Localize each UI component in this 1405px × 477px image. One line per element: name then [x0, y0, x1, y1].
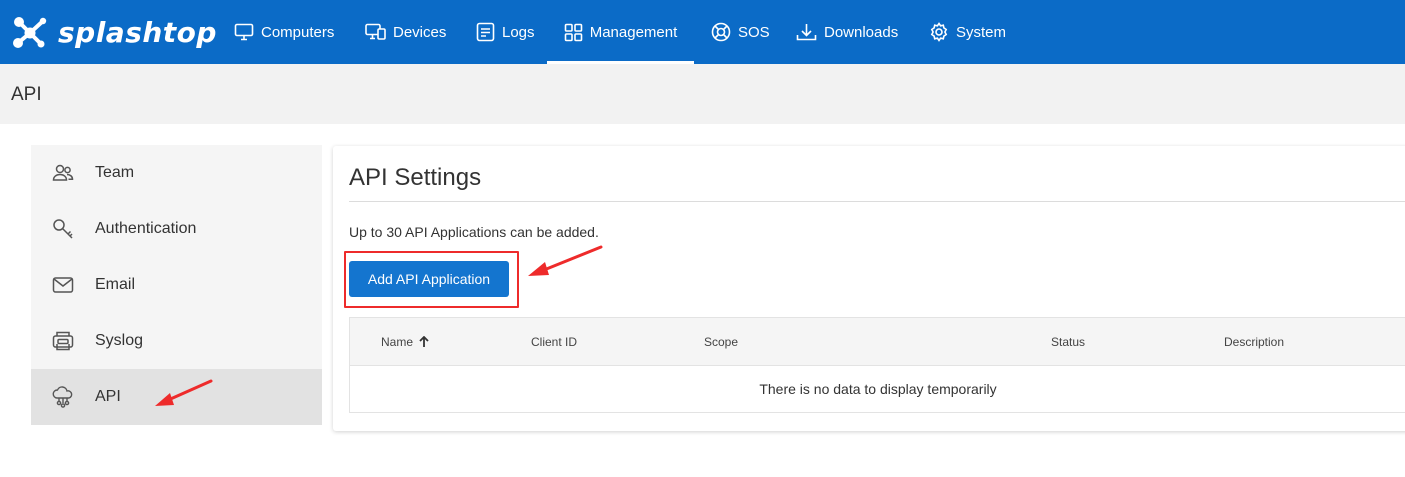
nav-devices[interactable]: Devices [365, 0, 446, 64]
sidebar-item-label: Team [95, 164, 135, 181]
grid-icon [564, 23, 583, 41]
nav-label: Logs [502, 23, 535, 41]
section-title: API Settings [349, 164, 482, 191]
sidebar-item-label: Syslog [95, 332, 144, 349]
splashtop-logo-icon [13, 17, 47, 48]
column-header-description[interactable]: Description [1224, 335, 1284, 349]
sort-ascending-icon [419, 336, 429, 347]
column-label: Client ID [531, 335, 578, 349]
api-settings-card: API Settings Up to 30 API Applications c… [333, 146, 1405, 431]
page-header: API [0, 64, 1405, 124]
mail-icon [51, 273, 75, 297]
title-divider [349, 201, 1405, 202]
sidebar-item-label: Email [95, 276, 136, 293]
key-icon [51, 217, 75, 241]
page-title: API [11, 84, 42, 105]
sidebar-item-email[interactable]: Email [31, 257, 322, 313]
column-header-scope[interactable]: Scope [704, 335, 738, 349]
nav-computers[interactable]: Computers [234, 0, 334, 64]
nav-management[interactable]: Management [547, 0, 694, 64]
gear-icon [930, 22, 948, 42]
column-label: Name [381, 335, 414, 349]
team-icon [51, 161, 75, 185]
table-empty-message: There is no data to display temporarily [759, 381, 997, 397]
nav-label: SOS [738, 23, 770, 41]
lifebuoy-icon [711, 22, 731, 42]
sidebar-item-api[interactable]: API [31, 369, 322, 425]
devices-icon [365, 23, 386, 40]
column-label: Description [1224, 335, 1285, 349]
api-icon [51, 385, 75, 409]
nav-label: Computers [261, 23, 335, 41]
nav-label: Devices [393, 23, 447, 41]
nav-system[interactable]: System [929, 0, 1006, 64]
nav-label: Downloads [824, 23, 899, 41]
column-header-status[interactable]: Status [1051, 335, 1085, 349]
nav-label: System [956, 23, 1007, 41]
logs-icon [476, 22, 495, 42]
column-label: Scope [704, 335, 739, 349]
download-icon [796, 24, 817, 41]
sidebar-item-syslog[interactable]: Syslog [31, 313, 322, 369]
nav-sos[interactable]: SOS [711, 0, 770, 64]
management-sidebar: Team Authentication Email Syslog API [31, 145, 322, 425]
brand-name: splashtop [58, 15, 217, 49]
nav-label: Management [589, 23, 678, 41]
sidebar-item-label: API [95, 388, 121, 405]
column-label: Status [1051, 335, 1086, 349]
nav-downloads[interactable]: Downloads [796, 0, 898, 64]
syslog-icon [51, 329, 75, 353]
api-limit-note: Up to 30 API Applications can be added. [349, 224, 599, 240]
add-api-application-button[interactable]: Add API Application [349, 261, 509, 297]
sidebar-item-team[interactable]: Team [31, 145, 322, 201]
sidebar-item-label: Authentication [95, 220, 197, 237]
nav-logs[interactable]: Logs [476, 0, 535, 64]
sidebar-item-authentication[interactable]: Authentication [31, 201, 322, 257]
top-navigation-bar: splashtop Computers Devices Logs Managem… [0, 0, 1405, 64]
monitor-icon [234, 23, 254, 41]
api-applications-table: Name Client ID Scope Status Description … [349, 317, 1405, 413]
column-header-name[interactable]: Name [381, 335, 429, 349]
column-header-client-id[interactable]: Client ID [531, 335, 577, 349]
table-header: Name Client ID Scope Status Description [350, 318, 1405, 366]
splashtop-logo[interactable]: splashtop [12, 13, 217, 51]
